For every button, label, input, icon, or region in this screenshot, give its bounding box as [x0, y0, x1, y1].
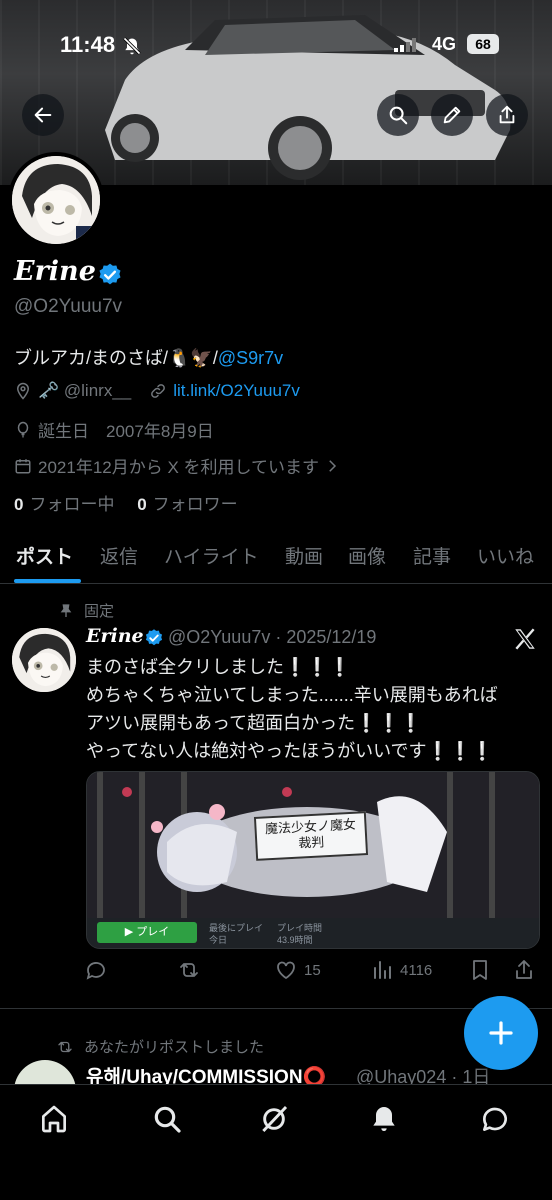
- tab-replies[interactable]: 返信: [100, 542, 138, 569]
- like-button[interactable]: 15: [274, 958, 321, 982]
- post-share-button[interactable]: [512, 958, 536, 982]
- views-chart-icon: [374, 961, 391, 979]
- chevron-right-icon: [329, 459, 337, 472]
- post-action-bar: 15 4116: [82, 958, 542, 986]
- post-text: まのさば全クリしました❕❕❕ めちゃくちゃ泣いてしまった.......辛い展開も…: [86, 653, 544, 765]
- post-media-image[interactable]: 魔法少女ノ魔女裁判 ▶ プレイ 最後にプレイ 今日 プレイ時間 43.9時間: [86, 771, 540, 949]
- link-icon: [151, 384, 166, 398]
- profile-meta-birthday: 誕生日 2007年8月9日: [14, 417, 214, 442]
- post-author-name[interactable]: Erine: [86, 625, 144, 647]
- website-link[interactable]: lit.link/O2Yuuu7v: [173, 381, 300, 401]
- post-handle-date: @O2Yuuu7v · 2025/12/19: [168, 627, 377, 647]
- profile-banner[interactable]: [0, 0, 552, 185]
- profile-bio: ブルアカ/まのさば/🐧🦅/@S9r7v: [14, 344, 283, 370]
- share-icon: [499, 105, 515, 124]
- battery-indicator: 68: [467, 34, 499, 54]
- status-bar: 11:48 4G 68: [0, 30, 552, 62]
- repost-note: あなたがリポストしました: [56, 1036, 264, 1057]
- post-text-line: めちゃくちゃ泣いてしまった.......辛い展開もあれば: [86, 685, 498, 705]
- tab-articles[interactable]: 記事: [413, 542, 451, 569]
- bottom-nav-bar: [0, 1084, 552, 1200]
- compose-post-button[interactable]: [464, 996, 538, 1070]
- plus-icon: [489, 1021, 513, 1045]
- views-button[interactable]: 4116: [370, 958, 432, 982]
- profile-meta-joined[interactable]: 2021年12月から X を利用しています: [14, 453, 341, 478]
- repost-icon: [58, 1041, 72, 1052]
- messages-icon[interactable]: [479, 1103, 511, 1135]
- post-text-line: アツい展開もあって超面白かった❕❕❕: [86, 713, 423, 733]
- profile-display-name: Erine: [14, 256, 96, 287]
- birthday-text: 誕生日 2007年8月9日: [38, 422, 214, 441]
- search-icon[interactable]: [151, 1103, 183, 1135]
- repost-button[interactable]: [177, 958, 201, 982]
- follow-stats: 0 フォロー中 0 フォロワー: [14, 490, 238, 515]
- profile-avatar[interactable]: [8, 152, 104, 248]
- repost-icon: [180, 963, 198, 977]
- game-title: 魔法少女ノ魔女裁判: [253, 811, 369, 861]
- profile-meta-location-website: 🗝️ @linrx__ lit.link/O2Yuuu7v: [14, 381, 300, 401]
- pinned-text: 固定: [84, 603, 115, 620]
- media-steam-bar: ▶ プレイ 最後にプレイ 今日 プレイ時間 43.9時間: [87, 918, 539, 948]
- back-arrow-icon: [34, 107, 52, 123]
- balloon-icon: [17, 421, 29, 437]
- tab-highlights[interactable]: ハイライト: [164, 542, 259, 569]
- post-text-line: やってない人は絶対やったほうがいいです❕❕❕: [86, 741, 494, 761]
- location-pin-icon: [16, 382, 30, 400]
- bio-mention-link[interactable]: @S9r7v: [218, 348, 283, 368]
- followers-label: フォロワー: [152, 495, 238, 514]
- edit-button[interactable]: [431, 94, 473, 136]
- home-icon[interactable]: [38, 1103, 70, 1135]
- search-button[interactable]: [377, 94, 419, 136]
- back-button[interactable]: [22, 94, 64, 136]
- reply-icon: [86, 962, 105, 980]
- joined-text: 2021年12月から X を利用しています: [38, 458, 320, 477]
- heart-icon: [277, 961, 295, 980]
- share-icon: [516, 960, 532, 979]
- tab-posts[interactable]: ポスト: [16, 542, 73, 569]
- bookmark-button[interactable]: [468, 958, 492, 982]
- active-tab-indicator: [14, 579, 81, 583]
- followers-stat[interactable]: 0 フォロワー: [137, 495, 237, 514]
- tab-likes[interactable]: いいね: [477, 542, 534, 569]
- verified-badge-icon[interactable]: [97, 262, 123, 288]
- network-label: 4G: [432, 34, 457, 54]
- bell-off-icon: [123, 37, 141, 55]
- last-played-value: 今日: [209, 935, 228, 945]
- followers-count: 0: [137, 495, 147, 514]
- bio-text: ブルアカ/まのさば/🐧🦅/: [14, 348, 218, 368]
- view-count: 4116: [400, 961, 433, 979]
- following-stat[interactable]: 0 フォロー中: [14, 495, 114, 514]
- following-count: 0: [14, 495, 24, 514]
- post-divider: [0, 1008, 552, 1009]
- pin-icon: [60, 603, 72, 617]
- search-icon: [389, 106, 408, 125]
- post-verified-badge-icon: [145, 629, 163, 646]
- like-count: 15: [304, 961, 321, 979]
- profile-tabs: ポスト 返信 ハイライト 動画 画像 記事 いいね: [0, 532, 552, 584]
- post-author-avatar[interactable]: [12, 628, 76, 692]
- playtime-value: 43.9時間: [277, 935, 313, 945]
- pinned-label: 固定: [58, 600, 114, 621]
- grok-icon[interactable]: [258, 1103, 290, 1135]
- signal-icon: [394, 38, 416, 52]
- status-time: 11:48: [60, 32, 116, 57]
- post-text-line: まのさば全クリしました❕❕❕: [86, 657, 352, 677]
- share-button[interactable]: [486, 94, 528, 136]
- avatar-illustration-small: [12, 628, 76, 692]
- reply-button[interactable]: [84, 958, 108, 982]
- location-text: 🗝️ @linrx__: [38, 381, 132, 400]
- avatar-illustration: [12, 156, 100, 244]
- tab-videos[interactable]: 動画: [285, 542, 323, 569]
- notifications-bell-icon[interactable]: [368, 1103, 400, 1135]
- play-button[interactable]: ▶ プレイ: [97, 922, 197, 943]
- bookmark-icon: [473, 960, 487, 980]
- tab-images[interactable]: 画像: [348, 542, 386, 569]
- repost-note-text: あなたがリポストしました: [84, 1039, 265, 1056]
- profile-handle: @O2Yuuu7v: [14, 296, 123, 317]
- following-label: フォロー中: [29, 495, 115, 514]
- x-logo-icon: [515, 628, 535, 650]
- calendar-icon: [15, 458, 31, 473]
- pencil-icon: [443, 106, 461, 124]
